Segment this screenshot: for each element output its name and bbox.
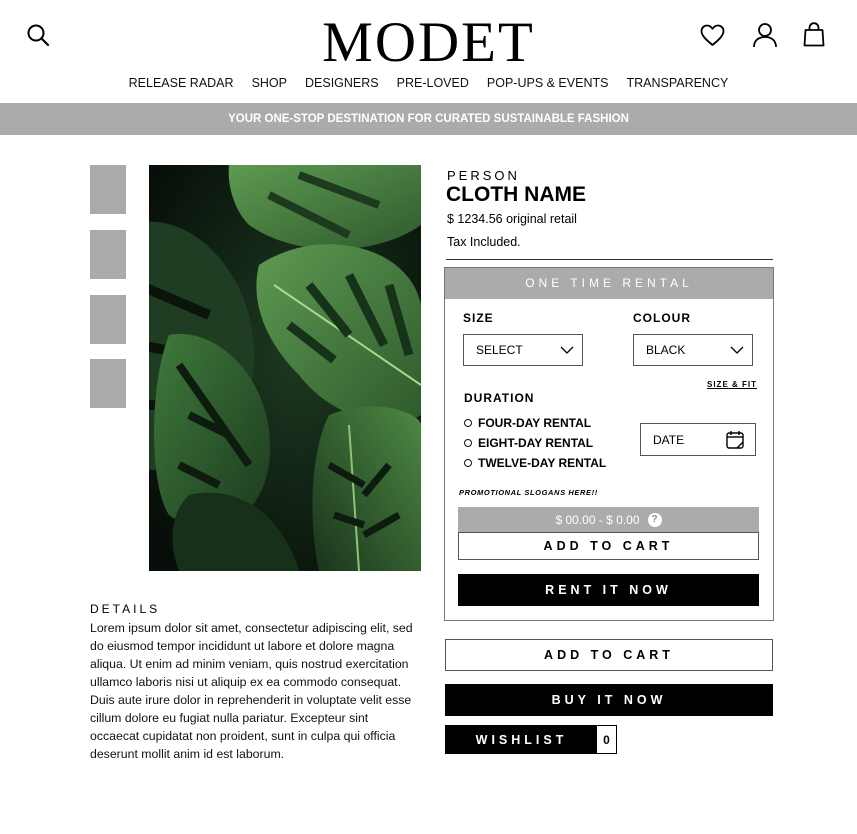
cart-button[interactable] — [803, 22, 825, 47]
thumbnail-3[interactable] — [90, 295, 126, 344]
duration-eight-day[interactable]: EIGHT-DAY RENTAL — [464, 434, 606, 452]
wishlist-count: 0 — [603, 732, 610, 747]
chevron-down-icon — [560, 346, 574, 354]
promo-slogan: PROMOTIONAL SLOGANS HERE!! — [459, 488, 598, 497]
account-button[interactable] — [752, 22, 778, 48]
rental-panel-header: ONE TIME RENTAL — [445, 268, 773, 299]
duration-four-day[interactable]: FOUR-DAY RENTAL — [464, 414, 606, 432]
add-to-cart-button[interactable]: ADD TO CART — [445, 639, 773, 671]
rent-it-now-button[interactable]: RENT IT NOW — [458, 574, 759, 606]
chevron-down-icon — [730, 346, 744, 354]
duration-option-label: TWELVE-DAY RENTAL — [478, 456, 607, 470]
duration-option-label: EIGHT-DAY RENTAL — [478, 436, 594, 450]
details-heading: DETAILS — [90, 602, 161, 616]
nav-release-radar[interactable]: RELEASE RADAR — [120, 75, 243, 91]
size-label: SIZE — [463, 311, 494, 325]
user-icon — [753, 23, 777, 48]
shopping-bag-icon — [803, 22, 825, 47]
radio-button[interactable] — [464, 439, 472, 447]
wishlist-label: WISHLIST — [446, 726, 597, 753]
radio-button[interactable] — [464, 459, 472, 467]
nav-popups-events[interactable]: POP-UPS & EVENTS — [478, 75, 618, 91]
colour-label: COLOUR — [633, 311, 691, 325]
nav-designers[interactable]: DESIGNERS — [296, 75, 388, 91]
calendar-icon — [726, 431, 744, 449]
nav-pre-loved[interactable]: PRE-LOVED — [388, 75, 478, 91]
nav-shop[interactable]: SHOP — [243, 75, 296, 91]
wishlist-header-button[interactable] — [700, 24, 725, 47]
thumbnail-1[interactable] — [90, 165, 126, 214]
heart-icon — [700, 24, 725, 46]
radio-button[interactable] — [464, 419, 472, 427]
wishlist-button[interactable]: WISHLIST 0 — [445, 725, 617, 754]
rental-add-to-cart-button[interactable]: ADD TO CART — [458, 532, 759, 560]
duration-options: FOUR-DAY RENTAL EIGHT-DAY RENTAL TWELVE-… — [464, 414, 606, 472]
rental-price-range: $ 00.00 - $ 0.00 ? — [458, 507, 759, 532]
monstera-leaves-photo — [149, 165, 421, 571]
main-nav: RELEASE RADAR SHOP DESIGNERS PRE-LOVED P… — [0, 75, 857, 91]
size-select[interactable]: SELECT — [463, 334, 583, 366]
price-range-text: $ 00.00 - $ 0.00 — [555, 512, 640, 527]
thumbnail-2[interactable] — [90, 230, 126, 279]
colour-select[interactable]: BLACK — [633, 334, 753, 366]
product-price: $ 1234.56 original retail — [447, 212, 577, 226]
details-body: Lorem ipsum dolor sit amet, consectetur … — [90, 621, 413, 761]
buy-it-now-button[interactable]: BUY IT NOW — [445, 684, 773, 716]
duration-twelve-day[interactable]: TWELVE-DAY RENTAL — [464, 454, 606, 472]
product-name: CLOTH NAME — [446, 183, 586, 206]
nav-transparency[interactable]: TRANSPARENCY — [617, 75, 737, 91]
thumbnail-4[interactable] — [90, 359, 126, 408]
duration-label: DURATION — [464, 391, 535, 405]
size-fit-link[interactable]: SIZE & FIT — [707, 380, 757, 389]
divider — [446, 259, 773, 260]
colour-select-value: BLACK — [646, 343, 686, 357]
date-picker[interactable]: DATE — [640, 423, 756, 456]
help-icon[interactable]: ? — [647, 512, 662, 527]
duration-option-label: FOUR-DAY RENTAL — [478, 416, 592, 430]
size-select-value: SELECT — [476, 343, 523, 357]
date-placeholder: DATE — [653, 432, 685, 447]
tax-note: Tax Included. — [447, 235, 521, 249]
promo-banner: YOUR ONE-STOP DESTINATION FOR CURATED SU… — [0, 103, 857, 135]
product-main-image — [149, 165, 421, 571]
product-brand[interactable]: PERSON — [447, 168, 520, 183]
site-logo[interactable]: MODET — [0, 12, 857, 74]
